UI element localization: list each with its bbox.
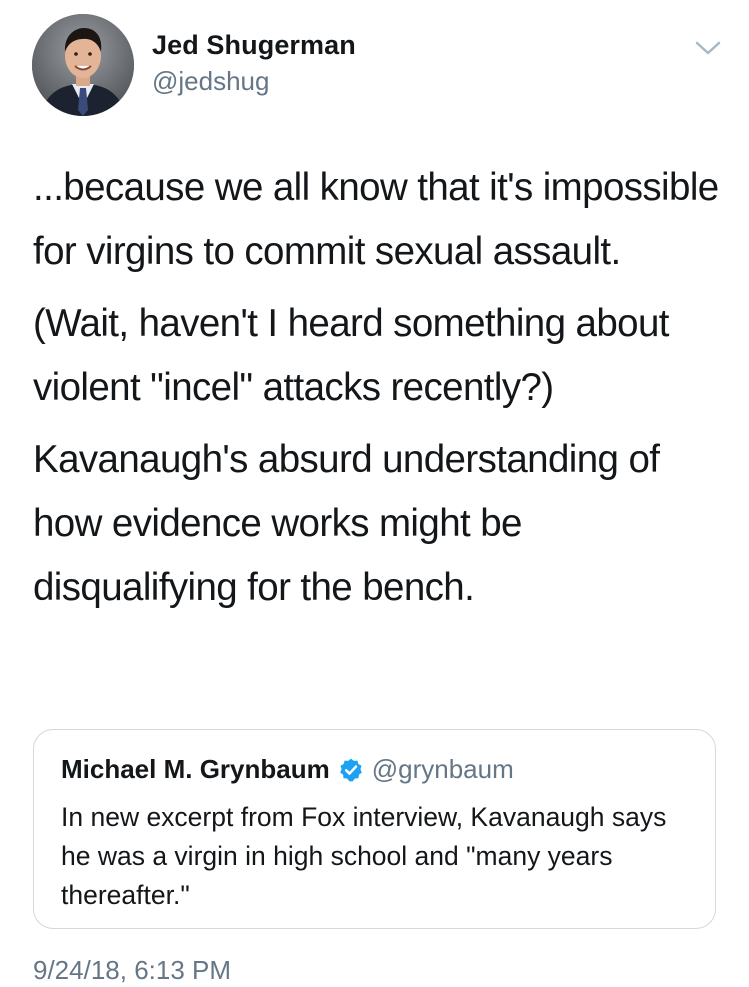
- quoted-author-name: Michael M. Grynbaum: [61, 754, 330, 784]
- tweet-timestamp[interactable]: 9/24/18, 6:13 PM: [33, 955, 231, 986]
- chevron-down-icon[interactable]: [692, 36, 724, 60]
- author-name[interactable]: Jed Shugerman: [152, 30, 356, 61]
- tweet-paragraph: Kavanaugh's absurd understanding of how …: [33, 438, 660, 609]
- avatar-photo: [32, 14, 134, 116]
- quoted-author-handle: @grynbaum: [371, 754, 514, 784]
- author-handle[interactable]: @jedshug: [152, 66, 269, 97]
- tweet: Jed Shugerman @jedshug ...because we all…: [0, 0, 749, 987]
- quoted-tweet-header: Michael M. Grynbaum @grynbaum: [61, 754, 514, 785]
- tweet-paragraph: ...because we all know that it's impossi…: [33, 166, 719, 273]
- quoted-tweet-text: In new excerpt from Fox interview, Kavan…: [61, 802, 667, 910]
- quoted-tweet[interactable]: Michael M. Grynbaum @grynbaum In new exc…: [33, 729, 716, 929]
- tweet-paragraph: (Wait, haven't I heard something about v…: [33, 302, 669, 409]
- author-avatar[interactable]: [32, 14, 134, 116]
- verified-badge-icon: [338, 757, 364, 783]
- tweet-text: ...because we all know that it's impossi…: [33, 156, 733, 628]
